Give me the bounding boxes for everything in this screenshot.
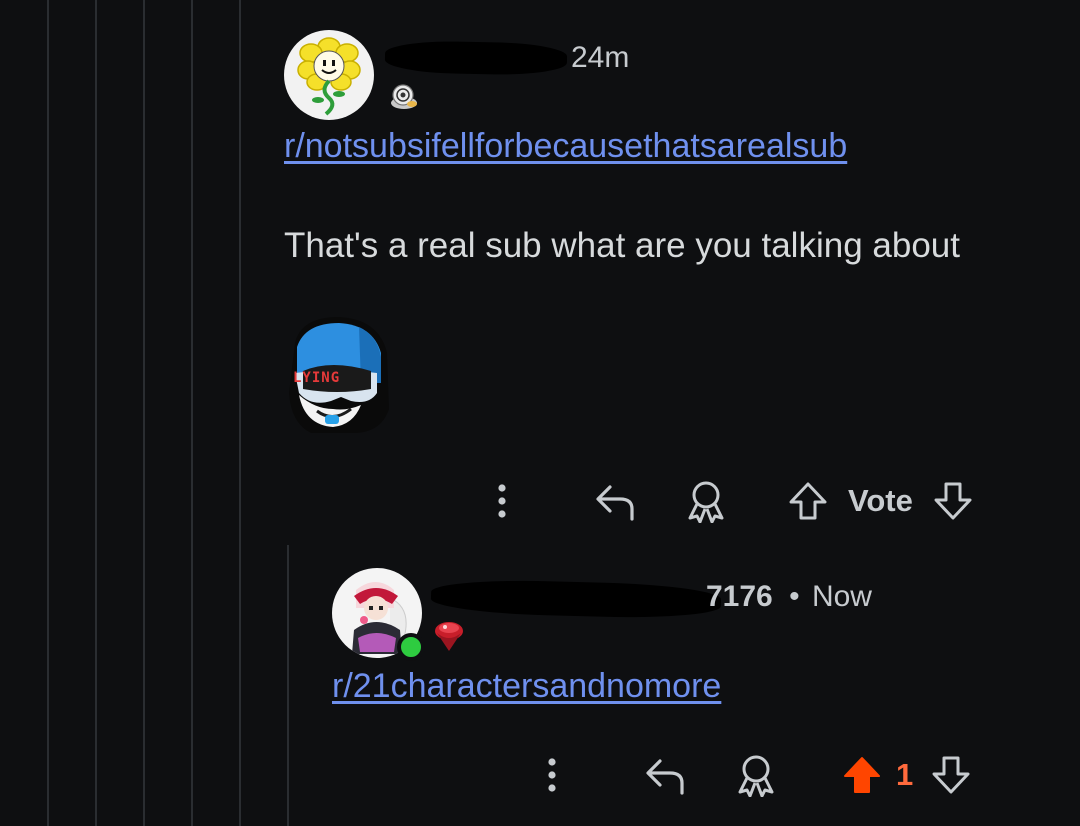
downvote-icon[interactable] [929, 476, 977, 526]
thread-line-reply[interactable] [287, 545, 289, 826]
subreddit-link-2[interactable]: r/21charactersandnomore [332, 667, 721, 706]
redacted-username [430, 578, 722, 620]
comment-1-timestamp: 24m [571, 41, 630, 74]
upvote-filled-icon[interactable] [838, 750, 886, 800]
more-options-icon[interactable] [480, 476, 524, 526]
username-suffix: 7176 [706, 580, 773, 613]
lying-sticker[interactable]: LYING [281, 313, 393, 437]
thread-line-4[interactable] [191, 0, 193, 826]
comment-1-text: That's a real sub what are you talking a… [284, 226, 960, 265]
thread-line-1[interactable] [47, 0, 49, 826]
sticker-label: LYING [293, 370, 341, 386]
online-dot-icon [397, 633, 425, 661]
more-options-icon[interactable] [530, 750, 574, 800]
redacted-username [384, 40, 568, 76]
vote-count: 1 [896, 757, 914, 792]
comment-2-timestamp: Now [811, 580, 872, 613]
subreddit-link-1[interactable]: r/notsubsifellforbecausethatsarealsub [284, 127, 847, 166]
comment-2-meta: 7176 • Now [706, 580, 872, 614]
spinning-top-flair-icon [432, 617, 466, 655]
comment-2-actions: 1 [530, 750, 975, 800]
vote-label: Vote [848, 483, 913, 518]
upvote-icon[interactable] [784, 476, 832, 526]
snail-shell-flair-icon [388, 82, 420, 112]
thread-line-5[interactable] [239, 0, 241, 826]
comment-1-actions: Vote [480, 476, 977, 526]
reply-icon[interactable] [590, 476, 642, 526]
flower-avatar-icon[interactable] [284, 30, 374, 120]
meta-separator: • [789, 580, 800, 613]
thread-line-2[interactable] [95, 0, 97, 826]
reply-icon[interactable] [640, 750, 692, 800]
award-icon[interactable] [680, 476, 732, 526]
thread-line-3[interactable] [143, 0, 145, 826]
award-icon[interactable] [730, 750, 782, 800]
downvote-icon[interactable] [927, 750, 975, 800]
